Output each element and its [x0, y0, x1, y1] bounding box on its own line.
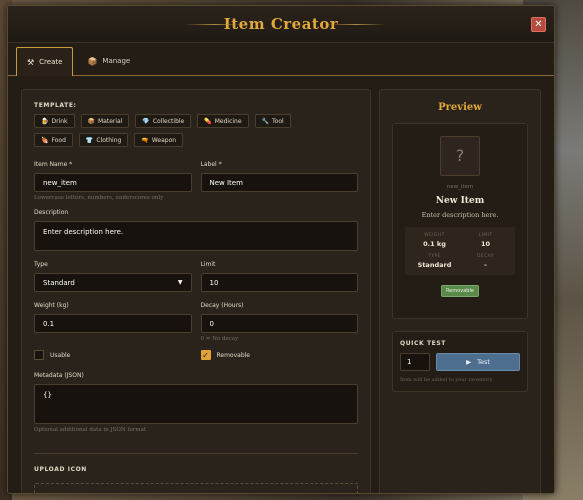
stat-decay-value: - [484, 261, 487, 269]
quick-test-card: QUICK TEST 1 ▶ Test Item will be added t… [392, 331, 528, 392]
content-area: TEMPLATE: 🍺 Drink 📦 Material 💎 Collectible … [21, 86, 541, 493]
item-name-input[interactable]: new_item [34, 173, 192, 192]
metadata-hint: Optional additional data in JSON format [34, 427, 147, 433]
limit-input[interactable]: 10 [200, 273, 358, 292]
quick-test-label: QUICK TEST [400, 340, 446, 347]
upload-icon-label: UPLOAD ICON [34, 466, 87, 473]
type-select-value: Standard [43, 278, 75, 287]
stat-limit-key: LIMIT [478, 233, 493, 238]
hammer-icon: ⚒ [27, 57, 35, 67]
template-label: TEMPLATE: [34, 102, 77, 109]
food-icon: 🍖 [41, 136, 49, 144]
weight-input[interactable]: 0.1 [34, 314, 192, 333]
stat-decay-key: DECAY [477, 254, 494, 259]
weight-hint-spacer [34, 336, 192, 344]
decay-input[interactable]: 0 [200, 314, 358, 333]
drink-icon: 🍺 [41, 117, 49, 125]
item-creator-window: Item Creator ✕ ⚒ Create 📦 Manage TEMPLAT… [7, 5, 555, 494]
limit-label: Limit [200, 261, 216, 268]
usable-checkbox[interactable]: Usable [34, 350, 192, 360]
preview-title: Preview [438, 102, 482, 113]
stat-type-key: TYPE [428, 254, 441, 259]
template-clothing-button[interactable]: 👕 Clothing [78, 133, 129, 147]
play-icon: ▶ [466, 358, 472, 366]
chip-label: Clothing [96, 136, 122, 144]
template-material-button[interactable]: 📦 Material [80, 114, 130, 128]
title-bar: Item Creator ✕ [8, 6, 554, 43]
decay-label: Decay (Hours) [200, 302, 244, 309]
item-icon-placeholder: ? [440, 136, 480, 176]
preview-item-label: New Item [435, 196, 485, 206]
pill-icon: 💊 [204, 117, 212, 125]
template-food-button[interactable]: 🍖 Food [34, 133, 73, 147]
type-label: Type [34, 261, 48, 268]
template-medicine-button[interactable]: 💊 Medicine [197, 114, 249, 128]
decay-hint: 0 = No decay [200, 336, 239, 342]
tab-manage[interactable]: 📦 Manage [77, 47, 140, 75]
stat-weight-key: WEIGHT [424, 233, 445, 238]
material-icon: 📦 [87, 117, 95, 125]
chip-label: Material [98, 117, 123, 125]
chip-label: Collectible [152, 117, 185, 125]
chip-label: Tool [272, 117, 284, 125]
stat-weight-value: 0.1 kg [423, 240, 446, 248]
template-collectible-button[interactable]: 💎 Collectible [135, 114, 192, 128]
box-icon: 📦 [87, 56, 98, 66]
gun-icon: 🔫 [141, 136, 149, 144]
weight-label: Weight (kg) [34, 302, 69, 309]
shirt-icon: 👕 [85, 136, 94, 144]
template-weapon-button[interactable]: 🔫 Weapon [134, 133, 184, 147]
item-name-hint: Lowercase letters, numbers, underscores … [34, 195, 164, 201]
chip-label: Drink [51, 117, 68, 125]
test-button-label: Test [477, 358, 490, 366]
tab-manage-label: Manage [102, 57, 131, 65]
tab-bar: ⚒ Create 📦 Manage [8, 43, 554, 76]
label-input[interactable]: New Item [200, 173, 358, 192]
quantity-input[interactable]: 1 [400, 353, 430, 371]
label-field-label: Label * [200, 161, 222, 168]
template-drink-button[interactable]: 🍺 Drink [34, 114, 75, 128]
template-chips: 🍺 Drink 📦 Material 💎 Collectible 💊 Medicine … [34, 114, 334, 147]
metadata-textarea[interactable]: {} [34, 384, 358, 424]
preview-stats: WEIGHT 0.1 kg LIMIT 10 TYPE Standard DECAY - [405, 227, 515, 275]
usable-label: Usable [50, 351, 71, 359]
close-button[interactable]: ✕ [531, 17, 546, 32]
metadata-label: Metadata (JSON) [34, 372, 84, 379]
chip-label: Medicine [214, 117, 242, 125]
type-select[interactable]: Standard ▼ [34, 273, 192, 292]
preview-item-name: new_item [446, 184, 474, 190]
description-textarea[interactable]: Enter description here. [34, 221, 358, 251]
title-ornament-left [184, 24, 244, 25]
label-hint-spacer [201, 195, 359, 203]
stat-limit-value: 10 [480, 240, 491, 248]
usable-checkbox-box[interactable] [34, 350, 44, 360]
chip-label: Weapon [151, 136, 177, 144]
chevron-down-icon: ▼ [177, 279, 183, 286]
gem-icon: 💎 [142, 117, 150, 125]
description-label: Description [34, 209, 69, 216]
stat-type-value: Standard [417, 261, 452, 269]
preview-panel: Preview ? new_item New Item Enter descri… [379, 89, 541, 493]
removable-badge: Removable [441, 285, 479, 297]
item-form-panel: TEMPLATE: 🍺 Drink 📦 Material 💎 Collectible … [21, 89, 371, 493]
chip-label: Food [51, 136, 66, 144]
wrench-icon: 🔧 [261, 117, 270, 125]
removable-label: Removable [216, 351, 251, 359]
template-tool-button[interactable]: 🔧 Tool [254, 114, 291, 128]
preview-item-description: Enter description here. [421, 211, 499, 219]
upload-dropzone[interactable]: ▣ [34, 483, 358, 493]
title-ornament-right [326, 24, 386, 25]
removable-checkbox[interactable]: ✓ Removable [200, 350, 359, 360]
section-divider [34, 453, 358, 454]
test-button[interactable]: ▶ Test [436, 353, 520, 371]
quick-test-hint: Item will be added to your inventory [400, 377, 493, 383]
tab-create[interactable]: ⚒ Create [16, 47, 74, 76]
removable-checkbox-box[interactable]: ✓ [200, 350, 211, 360]
tab-create-label: Create [39, 58, 63, 66]
preview-card: ? new_item New Item Enter description he… [392, 123, 528, 319]
item-name-label: Item Name * [34, 161, 73, 168]
